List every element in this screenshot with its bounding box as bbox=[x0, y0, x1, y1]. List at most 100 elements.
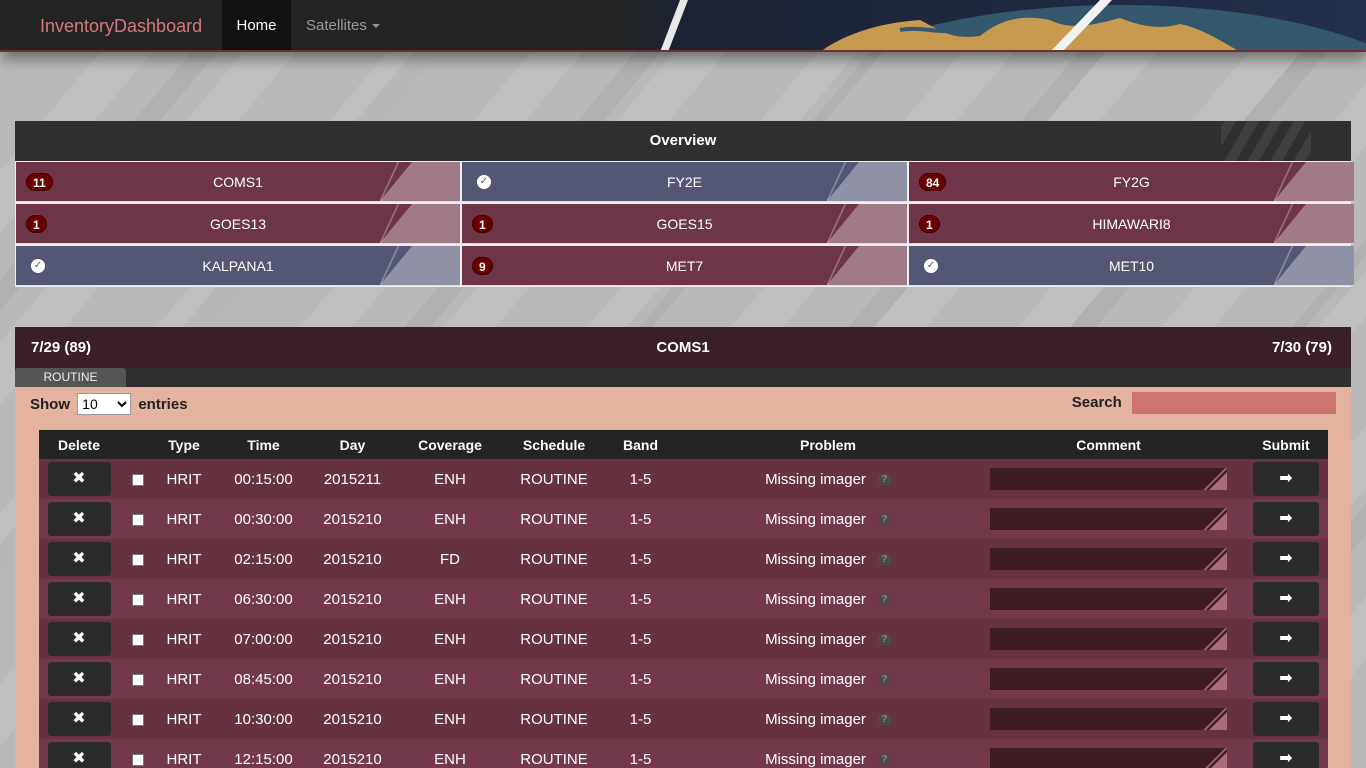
nav-satellites-dropdown[interactable]: Satellites bbox=[306, 0, 380, 50]
submit-button[interactable]: ➡ bbox=[1253, 502, 1319, 536]
row-checkbox[interactable] bbox=[131, 713, 144, 726]
day-cell: 2015210 bbox=[323, 590, 382, 608]
question-circle-icon[interactable]: ? bbox=[877, 513, 891, 527]
delete-button[interactable]: ✖ bbox=[47, 542, 111, 576]
comment-input[interactable] bbox=[990, 468, 1227, 490]
submit-button[interactable]: ➡ bbox=[1253, 462, 1319, 496]
row-checkbox[interactable] bbox=[131, 753, 144, 766]
question-circle-icon[interactable]: ? bbox=[877, 673, 891, 687]
question-circle-icon[interactable]: ? bbox=[877, 473, 891, 487]
question-circle-icon[interactable]: ? bbox=[877, 633, 891, 647]
tab-routine[interactable]: ROUTINE bbox=[15, 368, 126, 387]
select-cell bbox=[119, 699, 156, 739]
column-header-type[interactable]: Type bbox=[156, 430, 212, 459]
search-input[interactable] bbox=[1132, 392, 1336, 414]
column-header-day[interactable]: Day bbox=[315, 430, 390, 459]
arrow-right-icon: ➡ bbox=[1279, 750, 1293, 767]
question-circle-icon[interactable]: ? bbox=[877, 713, 891, 727]
arrow-right-icon: ➡ bbox=[1279, 670, 1293, 687]
delete-button[interactable]: ✖ bbox=[47, 702, 111, 736]
column-header-comment[interactable]: Comment bbox=[973, 430, 1244, 459]
question-circle-icon[interactable]: ? bbox=[877, 553, 891, 567]
day-cell: 2015210 bbox=[323, 630, 382, 648]
comment-input[interactable] bbox=[990, 508, 1227, 530]
table-row: ✖ HRIT 08:45:00 2015210 ENH ROUTINE 1-5 Missing… bbox=[39, 659, 1328, 699]
delete-button[interactable]: ✖ bbox=[47, 622, 111, 656]
band-cell: 1-5 bbox=[629, 510, 652, 528]
satellite-tile-met10[interactable]: ✓ MET10 bbox=[909, 246, 1354, 286]
table-row: ✖ HRIT 10:30:00 2015210 ENH ROUTINE 1-5 Missing… bbox=[39, 699, 1328, 739]
day-cell: 2015210 bbox=[323, 670, 382, 688]
comment-input[interactable] bbox=[990, 548, 1227, 570]
times-icon: ✖ bbox=[72, 510, 86, 527]
comment-cell bbox=[973, 659, 1244, 699]
row-checkbox[interactable] bbox=[131, 633, 144, 646]
satellite-tile-goes13[interactable]: 1 GOES13 bbox=[16, 204, 460, 244]
submit-cell: ➡ bbox=[1244, 619, 1328, 659]
column-header-schedule[interactable]: Schedule bbox=[510, 430, 598, 459]
arrow-right-icon: ➡ bbox=[1279, 470, 1293, 487]
column-header-delete[interactable]: Delete bbox=[39, 430, 119, 459]
problem-count-badge: 84 bbox=[919, 173, 947, 191]
comment-input[interactable] bbox=[990, 588, 1227, 610]
submit-button[interactable]: ➡ bbox=[1253, 742, 1319, 768]
submit-button[interactable]: ➡ bbox=[1253, 662, 1319, 696]
column-header-submit[interactable]: Submit bbox=[1244, 430, 1328, 459]
coverage-cell: ENH bbox=[434, 470, 466, 488]
times-icon: ✖ bbox=[72, 630, 86, 647]
column-header-coverage[interactable]: Coverage bbox=[390, 430, 510, 459]
times-icon: ✖ bbox=[72, 470, 86, 487]
satellite-tile-goes15[interactable]: 1 GOES15 bbox=[462, 204, 907, 244]
comment-input[interactable] bbox=[990, 748, 1227, 768]
problem-count-badge: 11 bbox=[26, 173, 53, 191]
satellite-name: HIMAWARI8 bbox=[1092, 216, 1171, 232]
check-circle-icon: ✓ bbox=[477, 175, 491, 189]
question-circle-icon[interactable]: ? bbox=[877, 753, 891, 767]
satellite-tile-fy2g[interactable]: 84 FY2G bbox=[909, 162, 1354, 202]
comment-input[interactable] bbox=[990, 668, 1227, 690]
delete-button[interactable]: ✖ bbox=[47, 582, 111, 616]
comment-input[interactable] bbox=[990, 628, 1227, 650]
type-cell: HRIT bbox=[166, 590, 202, 608]
submit-cell: ➡ bbox=[1244, 699, 1328, 739]
satellite-tile-met7[interactable]: 9 MET7 bbox=[462, 246, 907, 286]
submit-button[interactable]: ➡ bbox=[1253, 542, 1319, 576]
satellite-tile-himawari8[interactable]: 1 HIMAWARI8 bbox=[909, 204, 1354, 244]
overview-panel: Overview 11 COMS1 ✓ FY2E 84 FY2G 1 GOES13 1 GOES1… bbox=[15, 121, 1354, 287]
submit-button[interactable]: ➡ bbox=[1253, 582, 1319, 616]
column-header-band[interactable]: Band bbox=[598, 430, 683, 459]
comment-cell bbox=[973, 619, 1244, 659]
submit-button[interactable]: ➡ bbox=[1253, 622, 1319, 656]
row-checkbox[interactable] bbox=[131, 553, 144, 566]
times-icon: ✖ bbox=[72, 550, 86, 567]
page-length-select[interactable]: 10 bbox=[77, 393, 132, 415]
search-control: Search bbox=[1072, 392, 1336, 414]
satellite-tile-kalpana1[interactable]: ✓ KALPANA1 bbox=[16, 246, 460, 286]
schedule-cell: ROUTINE bbox=[520, 750, 588, 768]
nav-home[interactable]: Home bbox=[222, 0, 291, 50]
next-day-link[interactable]: 7/30 (79) bbox=[1272, 327, 1332, 368]
submit-cell: ➡ bbox=[1244, 499, 1328, 539]
brand-link[interactable]: InventoryDashboard bbox=[40, 0, 202, 50]
comment-input[interactable] bbox=[990, 708, 1227, 730]
delete-button[interactable]: ✖ bbox=[47, 502, 111, 536]
delete-button[interactable]: ✖ bbox=[47, 462, 111, 496]
row-checkbox[interactable] bbox=[131, 673, 144, 686]
row-checkbox[interactable] bbox=[131, 513, 144, 526]
delete-button[interactable]: ✖ bbox=[47, 742, 111, 768]
select-cell bbox=[119, 619, 156, 659]
time-cell: 08:45:00 bbox=[234, 670, 293, 688]
column-header-problem[interactable]: Problem bbox=[683, 430, 973, 459]
satellite-name: MET7 bbox=[665, 258, 704, 274]
delete-button[interactable]: ✖ bbox=[47, 662, 111, 696]
satellite-tile-coms1[interactable]: 11 COMS1 bbox=[16, 162, 460, 202]
row-checkbox[interactable] bbox=[131, 593, 144, 606]
submit-button[interactable]: ➡ bbox=[1253, 702, 1319, 736]
coverage-cell: ENH bbox=[434, 630, 466, 648]
problem-cell: Missing imager? bbox=[683, 699, 973, 739]
row-checkbox[interactable] bbox=[131, 473, 144, 486]
question-circle-icon[interactable]: ? bbox=[877, 593, 891, 607]
satellite-tile-fy2e[interactable]: ✓ FY2E bbox=[462, 162, 907, 202]
column-header-time[interactable]: Time bbox=[212, 430, 315, 459]
time-cell: 06:30:00 bbox=[234, 590, 293, 608]
